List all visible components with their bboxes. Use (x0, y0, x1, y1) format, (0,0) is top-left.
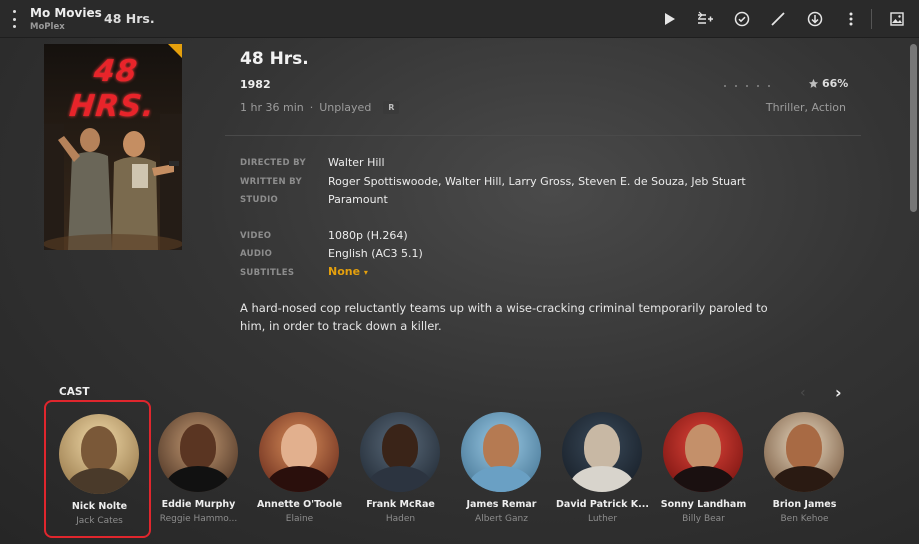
download-icon[interactable] (805, 9, 825, 29)
cast-name: David Patrick K... (556, 499, 649, 510)
star-icon (808, 78, 819, 88)
sidebar-menu-icon[interactable] (9, 10, 19, 28)
avatar (259, 412, 339, 492)
audio-track[interactable]: English (AC3 5.1) (328, 247, 423, 260)
mark-played-icon[interactable] (732, 9, 752, 29)
video-label: VIDEO (240, 231, 272, 241)
top-bar: Mo Movies MoPlex 48 Hrs. (0, 0, 919, 38)
chevron-down-icon: ▾ (363, 268, 368, 277)
content-rating-badge: R (383, 101, 400, 114)
cast-name: Brion James (772, 499, 837, 510)
studio[interactable]: Paramount (328, 193, 388, 206)
toolbar-divider (871, 9, 872, 29)
writers[interactable]: Roger Spottiswoode, Walter Hill, Larry G… (328, 175, 746, 188)
subtitles-dropdown[interactable]: None ▾ (328, 265, 368, 278)
meta-separator: · (309, 101, 314, 114)
artwork-icon[interactable] (887, 9, 907, 29)
cast-role: Ben Kehoe (780, 514, 829, 524)
user-star-rating[interactable] (724, 80, 770, 87)
avatar (158, 412, 238, 492)
cast-name: Nick Nolte (71, 501, 128, 512)
movie-meta: 1 hr 36 min · Unplayed R (240, 101, 400, 114)
cast-role: Billy Bear (682, 514, 725, 524)
cast-prev-icon[interactable]: ‹ (800, 385, 806, 401)
cast-role: Haden (385, 514, 416, 524)
audio-label: AUDIO (240, 249, 273, 259)
critic-rating: 66% (808, 77, 848, 90)
poster-title: 48 HRS. (67, 54, 157, 124)
avatar (59, 414, 139, 494)
add-to-queue-icon[interactable] (695, 9, 715, 29)
play-icon[interactable] (659, 9, 679, 29)
subtitles-value: None (328, 265, 361, 278)
vertical-scrollbar[interactable] (910, 44, 917, 212)
unwatched-indicator (168, 44, 182, 58)
avatar (663, 412, 743, 492)
movie-poster[interactable]: 48 HRS. (44, 44, 182, 250)
library-title[interactable]: Mo Movies (30, 6, 102, 20)
edit-icon[interactable] (768, 9, 788, 29)
duration: 1 hr 36 min (240, 101, 304, 114)
cast-role: Reggie Hammo... (159, 514, 238, 524)
page-title: 48 Hrs. (104, 11, 155, 26)
cast-card[interactable]: Eddie Murphy Reggie Hammo... (145, 400, 252, 538)
server-name: MoPlex (30, 22, 65, 32)
cast-card[interactable]: David Patrick K... Luther (549, 400, 656, 538)
avatar (461, 412, 541, 492)
genres: Thriller, Action (765, 101, 846, 114)
director[interactable]: Walter Hill (328, 156, 385, 169)
avatar (764, 412, 844, 492)
movie-title: 48 Hrs. (240, 49, 309, 69)
cast-role: Elaine (285, 514, 314, 524)
movie-summary: A hard-nosed cop reluctantly teams up wi… (240, 301, 768, 333)
avatar (562, 412, 642, 492)
cast-card[interactable]: James Remar Albert Ganz (448, 400, 555, 538)
divider (225, 135, 861, 136)
studio-label: STUDIO (240, 195, 279, 205)
cast-role: Jack Cates (76, 516, 123, 526)
cast-name: James Remar (466, 499, 537, 510)
video-info: 1080p (H.264) (328, 229, 408, 242)
cast-name: Frank McRae (366, 499, 435, 510)
subtitles-label: SUBTITLES (240, 268, 295, 278)
cast-card[interactable]: Annette O'Toole Elaine (246, 400, 353, 538)
cast-card[interactable]: Frank McRae Haden (347, 400, 454, 538)
cast-role: Albert Ganz (475, 514, 528, 524)
cast-card[interactable]: Nick Nolte Jack Cates (44, 400, 151, 538)
cast-card[interactable]: Sonny Landham Billy Bear (650, 400, 757, 538)
directed-by-label: DIRECTED BY (240, 158, 306, 168)
cast-name: Annette O'Toole (256, 499, 343, 510)
cast-name: Eddie Murphy (161, 499, 236, 510)
avatar (360, 412, 440, 492)
critic-rating-value: 66% (822, 77, 849, 90)
cast-name: Sonny Landham (660, 499, 747, 510)
watch-status: Unplayed (319, 101, 372, 114)
cast-role: Luther (587, 514, 618, 524)
movie-year: 1982 (240, 78, 271, 91)
cast-card[interactable]: Brion James Ben Kehoe (751, 400, 858, 538)
cast-heading: CAST (59, 386, 90, 398)
more-options-icon[interactable] (841, 9, 861, 29)
written-by-label: WRITTEN BY (240, 177, 302, 187)
